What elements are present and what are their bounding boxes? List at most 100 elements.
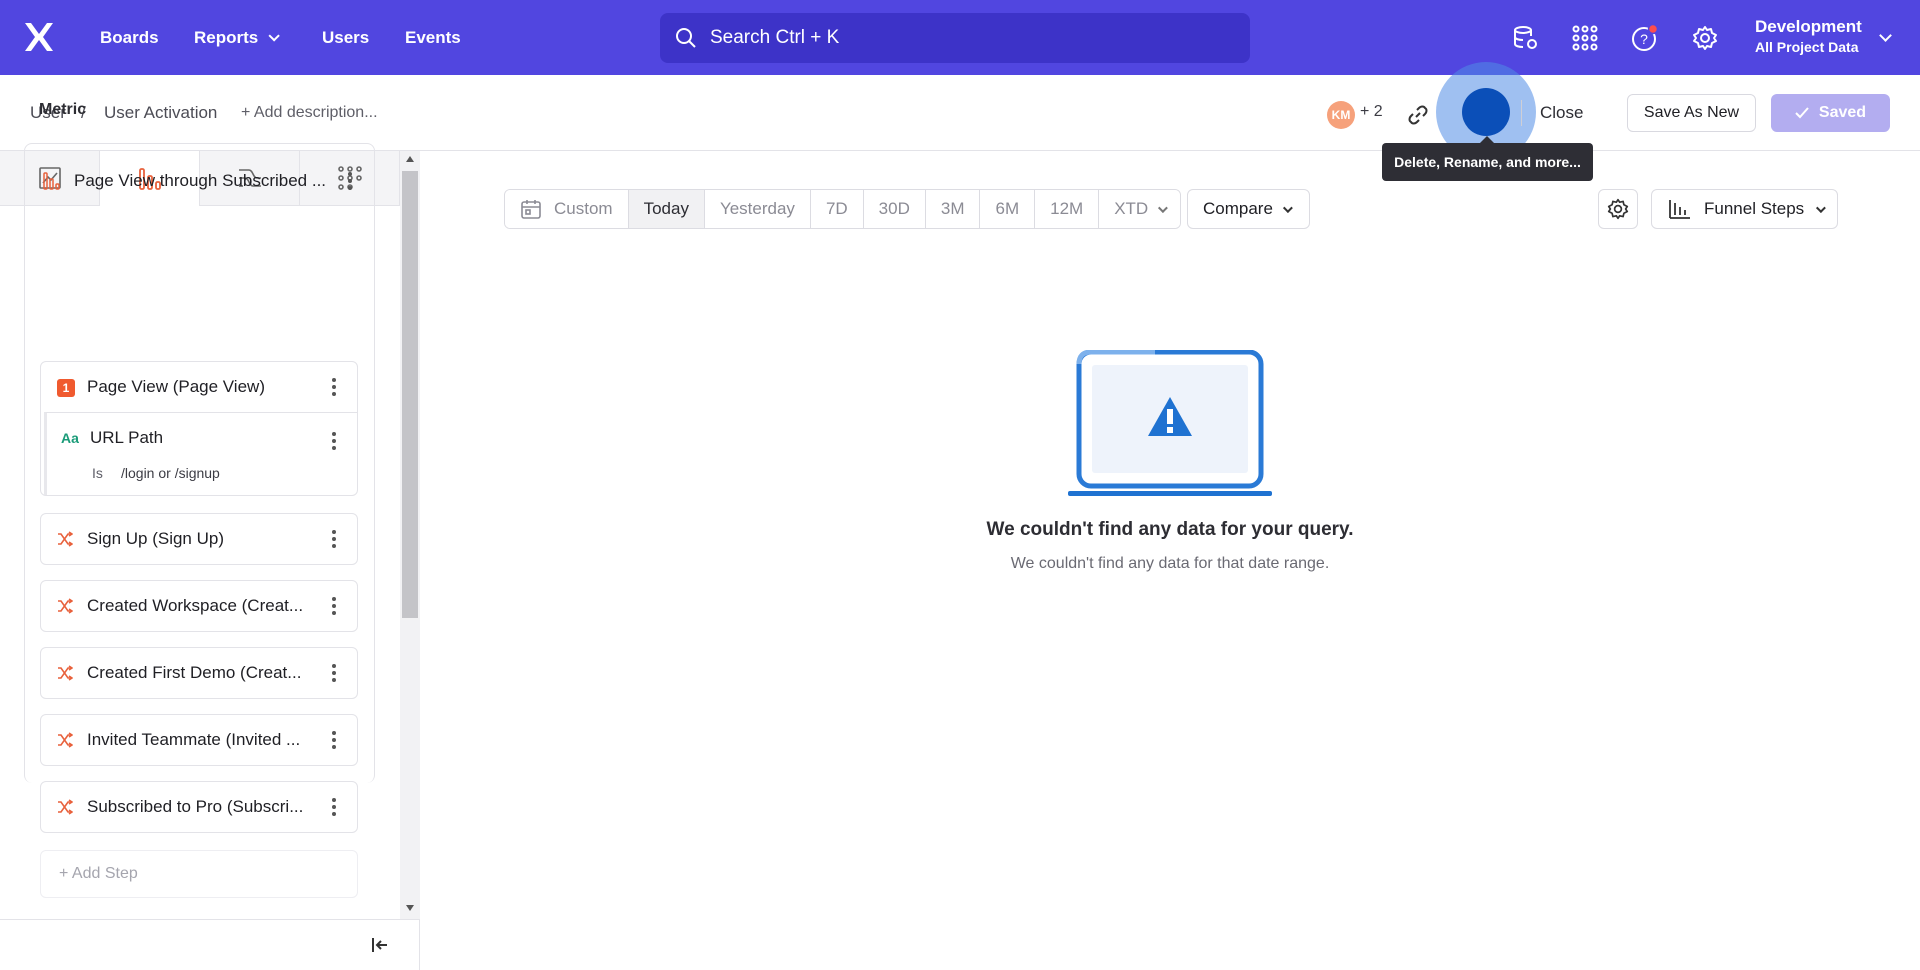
add-step-button[interactable]: + Add Step	[40, 850, 358, 898]
sidebar-scrollbar[interactable]	[400, 151, 420, 919]
date-range-custom[interactable]: Custom	[505, 190, 629, 228]
date-range-label: Today	[643, 199, 689, 218]
string-type-icon: Aa	[61, 430, 79, 446]
compare-dropdown[interactable]: Compare	[1187, 189, 1310, 229]
shuffle-icon	[58, 799, 73, 815]
calendar-icon	[521, 200, 541, 219]
tooltip-text: Delete, Rename, and more...	[1394, 154, 1581, 170]
nav-users-label: Users	[322, 27, 370, 47]
add-description-link[interactable]: + Add description...	[241, 104, 378, 122]
shuffle-icon	[58, 531, 73, 547]
step-number-badge: 1	[57, 379, 75, 397]
svg-text:?: ?	[1640, 31, 1648, 47]
gear-icon	[1607, 198, 1629, 220]
step-kebab-menu-icon[interactable]	[332, 597, 336, 615]
shuffle-icon	[58, 665, 73, 681]
search-placeholder: Search Ctrl + K	[710, 27, 840, 48]
check-icon	[1795, 107, 1809, 119]
date-range-label: XTD	[1114, 199, 1149, 218]
date-range-label: 12M	[1050, 199, 1084, 218]
date-range-today[interactable]: Today	[628, 190, 705, 228]
top-navigation-bar: Boards Reports Users Events Search Ctrl …	[0, 0, 1920, 75]
nav-events-label: Events	[405, 27, 461, 47]
metric-header[interactable]: Page View through Subscribed ...	[42, 166, 362, 196]
funnel-step[interactable]: Created First Demo (Creat...	[40, 647, 358, 699]
metric-section-label: Metric	[39, 101, 87, 118]
step-label: Created First Demo (Creat...	[87, 663, 302, 682]
scroll-up-icon[interactable]	[406, 156, 414, 162]
save-as-new-button[interactable]: Save As New	[1627, 94, 1756, 132]
date-range-7d[interactable]: 7D	[810, 190, 864, 228]
date-range-label: Custom	[554, 199, 613, 218]
chart-type-dropdown[interactable]: Funnel Steps	[1651, 189, 1838, 229]
app-logo-icon[interactable]	[22, 20, 56, 54]
date-range-12m[interactable]: 12M	[1035, 190, 1100, 228]
step-label: Invited Teammate (Invited ...	[87, 730, 301, 749]
saved-button[interactable]: Saved	[1771, 94, 1890, 132]
filter-operator[interactable]: Is	[92, 465, 103, 481]
close-button[interactable]: Close	[1540, 100, 1583, 126]
env-name: Development	[1755, 17, 1862, 36]
date-range-picker: Custom Today Yesterday 7D 30D 3M 6M 12M …	[504, 189, 1182, 229]
nav-users[interactable]: Users	[322, 0, 369, 75]
nav-events[interactable]: Events	[405, 0, 461, 75]
filter-value[interactable]: /login or /signup	[121, 465, 220, 481]
funnel-step[interactable]: Created Workspace (Creat...	[40, 580, 358, 632]
chevron-down-icon	[1816, 202, 1827, 213]
collaborators-count[interactable]: + 2	[1360, 103, 1383, 121]
search-input[interactable]: Search Ctrl + K	[660, 13, 1250, 63]
scrollbar-thumb[interactable]	[402, 171, 418, 618]
avatar-initials: KM	[1331, 108, 1351, 122]
tooltip: Delete, Rename, and more...	[1382, 136, 1593, 181]
date-range-label: 7D	[825, 199, 848, 218]
step-label: Created Workspace (Creat...	[87, 596, 304, 615]
chevron-down-icon	[1282, 202, 1293, 213]
shuffle-icon	[58, 732, 73, 748]
date-range-6m[interactable]: 6M	[980, 190, 1036, 228]
step-label: Sign Up (Sign Up)	[87, 529, 225, 548]
help-icon[interactable]: ?	[1630, 23, 1660, 53]
funnel-step[interactable]: Invited Teammate (Invited ...	[40, 714, 358, 766]
copy-link-icon[interactable]	[1404, 101, 1432, 129]
funnel-step[interactable]: Sign Up (Sign Up)	[40, 513, 358, 565]
metric-kebab-menu-icon[interactable]	[348, 172, 352, 190]
date-range-3m[interactable]: 3M	[925, 190, 981, 228]
report-title[interactable]: User Activation	[104, 103, 217, 123]
env-sub: All Project Data	[1755, 39, 1859, 55]
step-kebab-menu-icon[interactable]	[332, 530, 336, 548]
settings-gear-icon[interactable]	[1690, 23, 1720, 53]
step-kebab-menu-icon[interactable]	[332, 378, 336, 396]
filter-kebab-menu-icon[interactable]	[332, 432, 336, 450]
empty-state-subtitle: We couldn't find any data for that date …	[1010, 555, 1330, 572]
add-step-label: + Add Step	[59, 865, 138, 882]
collapse-sidebar-icon[interactable]	[370, 935, 390, 955]
chevron-down-icon	[268, 29, 281, 42]
date-range-yesterday[interactable]: Yesterday	[704, 190, 811, 228]
step-kebab-menu-icon[interactable]	[332, 798, 336, 816]
date-range-30d[interactable]: 30D	[863, 190, 926, 228]
scroll-down-icon[interactable]	[406, 905, 414, 911]
chart-type-label: Funnel Steps	[1704, 199, 1805, 218]
empty-state-laptop-icon	[1068, 350, 1272, 496]
step-label: Subscribed to Pro (Subscri...	[87, 797, 304, 816]
nav-reports[interactable]: Reports	[194, 0, 281, 75]
shuffle-icon	[58, 598, 73, 614]
step-kebab-menu-icon[interactable]	[332, 664, 336, 682]
date-range-xtd[interactable]: XTD	[1099, 190, 1181, 228]
date-range-label: 6M	[995, 199, 1020, 218]
chevron-down-icon	[1879, 29, 1892, 42]
funnel-chart-icon	[43, 172, 60, 190]
header-divider	[1521, 100, 1522, 126]
bar-chart-icon	[1669, 200, 1690, 219]
funnel-step[interactable]: 1 Page View (Page View) Aa URL Path Is /…	[40, 361, 358, 496]
chart-settings-button[interactable]	[1598, 189, 1638, 229]
step-filter[interactable]: Aa URL Path Is /login or /signup	[44, 412, 357, 495]
data-management-icon[interactable]	[1510, 23, 1540, 53]
project-switcher[interactable]: Development All Project Data	[1755, 16, 1892, 58]
apps-grid-icon[interactable]	[1570, 23, 1600, 53]
funnel-step[interactable]: Subscribed to Pro (Subscri...	[40, 781, 358, 833]
step-kebab-menu-icon[interactable]	[332, 731, 336, 749]
nav-boards[interactable]: Boards	[100, 0, 159, 75]
avatar[interactable]: KM	[1327, 101, 1355, 129]
metric-name: Page View through Subscribed ...	[74, 171, 327, 190]
